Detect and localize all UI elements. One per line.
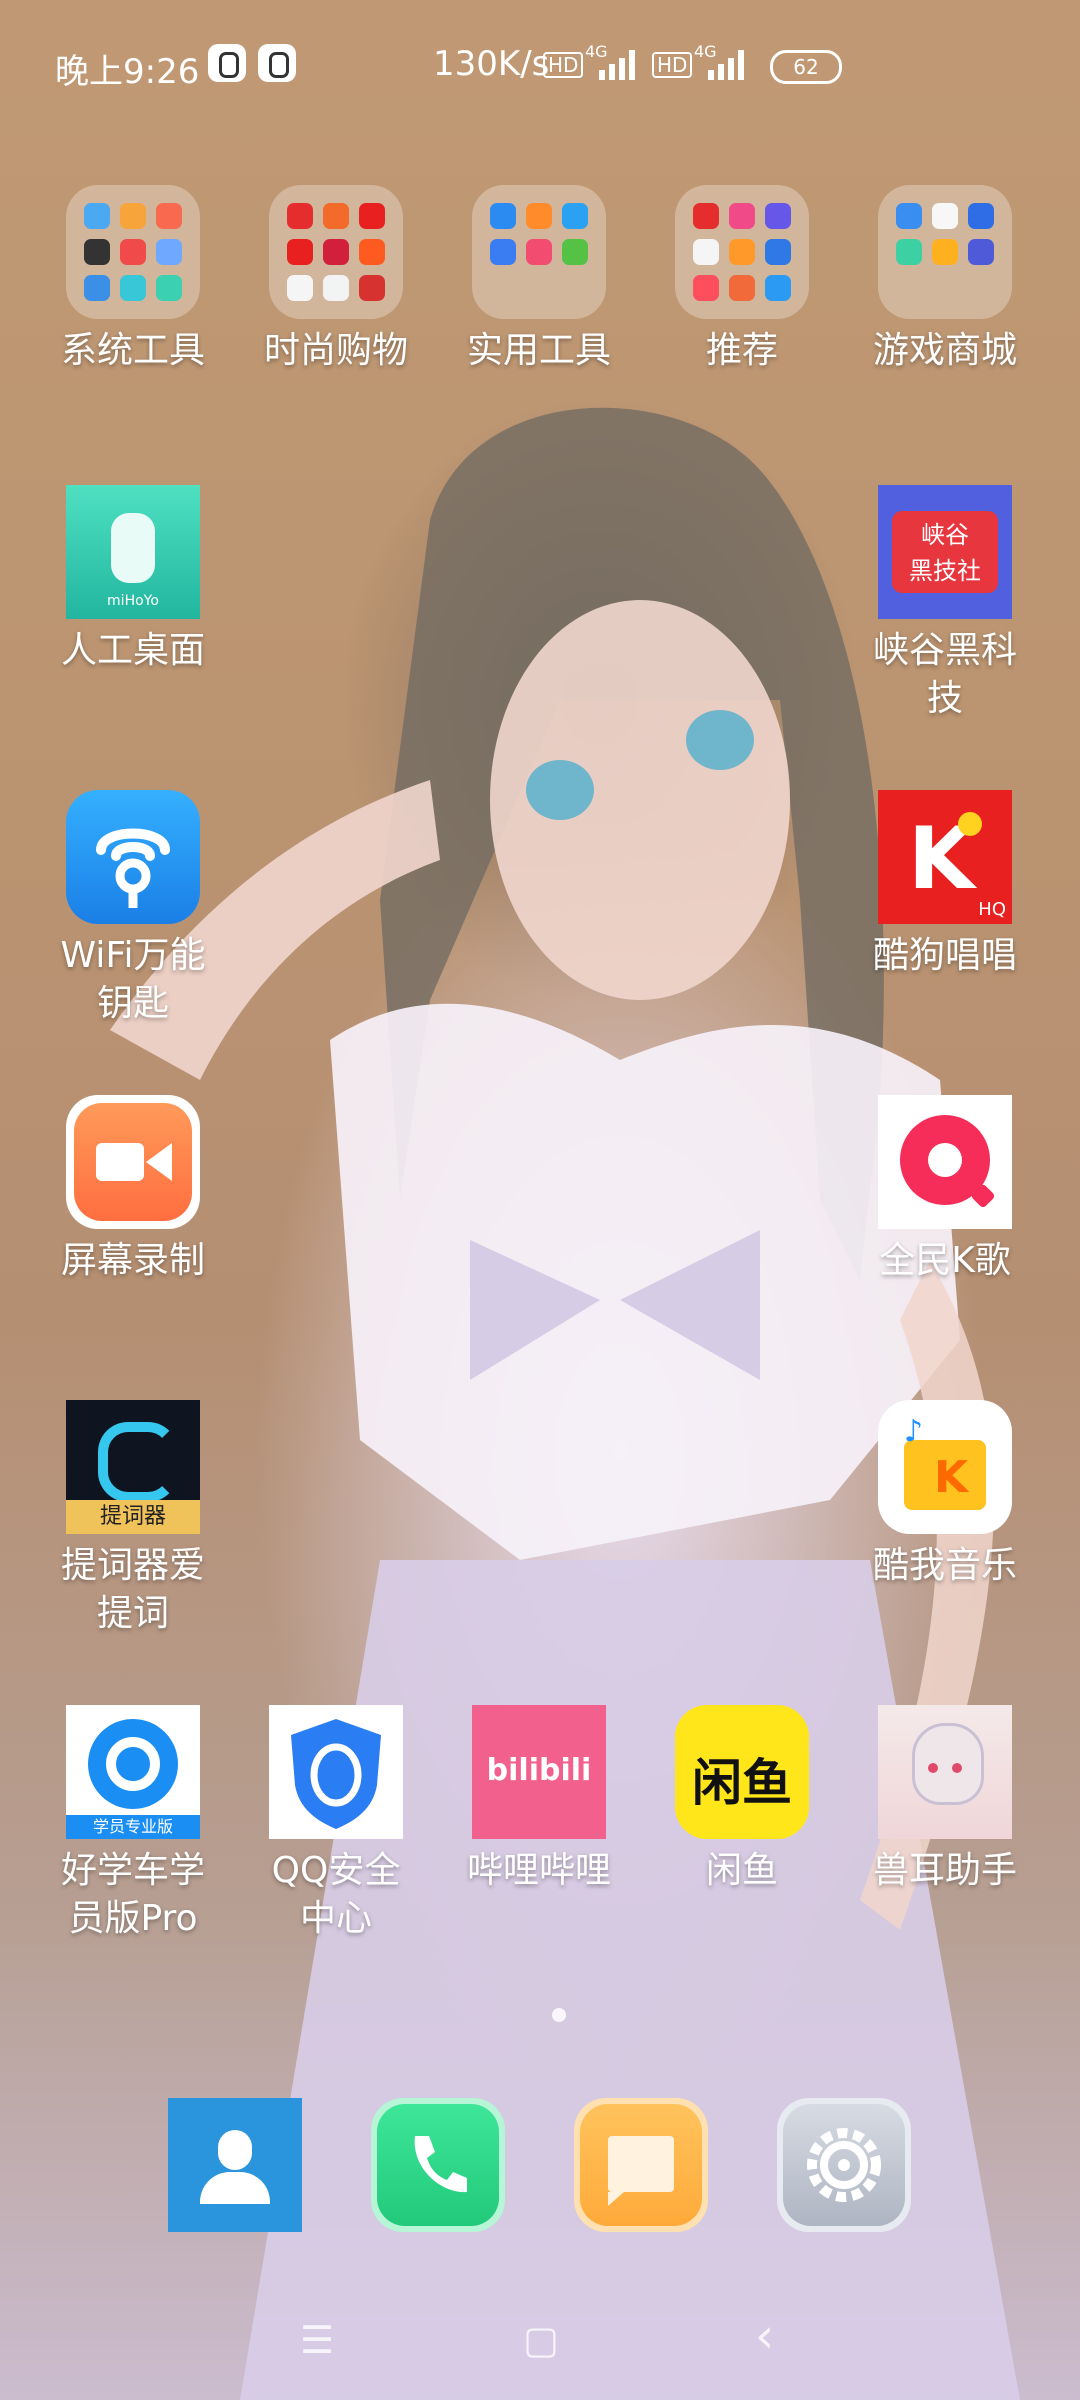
app-label: WiFi万能 钥匙 xyxy=(60,935,206,1024)
network-speed: 130K/s xyxy=(433,44,550,84)
beast-ear-icon xyxy=(878,1705,1012,1839)
app-wifi-key[interactable]: WiFi万能 钥匙 xyxy=(43,790,223,1028)
canyon-tech-icon: 峡谷 黑技社 xyxy=(878,485,1012,619)
qq-security-icon xyxy=(269,1705,403,1839)
app-label: 人工桌面 xyxy=(60,630,205,671)
folder-utilities[interactable]: 实用工具 xyxy=(449,185,629,375)
app-national-karaoke[interactable]: 全民K歌 xyxy=(855,1095,1035,1285)
app-kuwo-music[interactable]: K ♪ 酷我音乐 xyxy=(855,1400,1035,1590)
folder-label: 推荐 xyxy=(705,330,778,371)
haoxueche-icon: 学员专业版 xyxy=(66,1705,200,1839)
notification-icon xyxy=(208,44,246,82)
dock-settings[interactable] xyxy=(754,2098,934,2232)
app-qq-security[interactable]: QQ安全 中心 xyxy=(246,1705,426,1943)
dock-contacts[interactable] xyxy=(145,2098,325,2232)
teleprompter-icon: 提词器 xyxy=(66,1400,200,1534)
folder-game-store[interactable]: 游戏商城 xyxy=(855,185,1035,375)
folder-label: 系统工具 xyxy=(60,330,205,371)
bilibili-icon: bilibili xyxy=(472,1705,606,1839)
hd-badge: HD xyxy=(652,52,693,78)
clock: 晚上9:26 xyxy=(55,52,200,92)
folder-shopping-icon xyxy=(269,185,403,319)
xianyu-icon: 闲鱼 xyxy=(675,1705,809,1839)
app-screen-record[interactable]: 屏幕录制 xyxy=(43,1095,223,1285)
app-label: 屏幕录制 xyxy=(60,1240,205,1281)
mihoyo-icon: miHoYo xyxy=(66,485,200,619)
dock-phone[interactable] xyxy=(348,2098,528,2232)
folder-label: 时尚购物 xyxy=(263,330,408,371)
folder-recommended-icon xyxy=(675,185,809,319)
app-label: 兽耳助手 xyxy=(872,1850,1017,1891)
navigation-bar: ☰ ▢ ‹ xyxy=(0,2300,1080,2370)
screen-record-icon xyxy=(66,1095,200,1229)
national-karaoke-icon xyxy=(878,1095,1012,1229)
phone-icon xyxy=(371,2098,505,2232)
wifi-key-icon xyxy=(66,790,200,924)
home-button[interactable]: ▢ xyxy=(523,2318,559,2362)
back-button[interactable]: ‹ xyxy=(755,2308,774,2364)
app-label: 提词器爱 提词 xyxy=(60,1545,205,1634)
folder-game-store-icon xyxy=(878,185,1012,319)
app-label: 峡谷黑科 技 xyxy=(872,630,1017,719)
app-label: 闲鱼 xyxy=(705,1850,778,1891)
app-xianyu[interactable]: 闲鱼 闲鱼 xyxy=(652,1705,832,1895)
app-renggong-desktop[interactable]: miHoYo 人工桌面 xyxy=(43,485,223,675)
app-haoxueche[interactable]: 学员专业版 好学车学 员版Pro xyxy=(43,1705,223,1943)
status-bar: 晚上9:26 130K/s HD 4G HD 4G 62 xyxy=(0,30,1080,100)
folder-label: 实用工具 xyxy=(466,330,611,371)
page-indicator xyxy=(552,2008,566,2022)
kuwo-music-icon: K ♪ xyxy=(878,1400,1012,1534)
hd-badge: HD xyxy=(543,52,584,78)
app-label: 酷我音乐 xyxy=(872,1545,1017,1586)
contacts-icon xyxy=(168,2098,302,2232)
battery-indicator: 62 xyxy=(770,50,842,84)
messages-icon xyxy=(574,2098,708,2232)
folder-system-tools-icon xyxy=(66,185,200,319)
kugou-sing-icon: K HQ xyxy=(878,790,1012,924)
app-beast-ear[interactable]: 兽耳助手 xyxy=(855,1705,1035,1895)
app-kugou-sing[interactable]: K HQ 酷狗唱唱 xyxy=(855,790,1035,980)
app-label: 酷狗唱唱 xyxy=(872,935,1017,976)
app-label: QQ安全 中心 xyxy=(271,1850,401,1939)
app-label: 好学车学 员版Pro xyxy=(60,1850,205,1939)
dock-messages[interactable] xyxy=(551,2098,731,2232)
settings-icon xyxy=(777,2098,911,2232)
folder-system-tools[interactable]: 系统工具 xyxy=(43,185,223,375)
folder-recommended[interactable]: 推荐 xyxy=(652,185,832,375)
notification-icon xyxy=(258,44,296,82)
folder-utilities-icon xyxy=(472,185,606,319)
app-label: 全民K歌 xyxy=(879,1240,1011,1281)
menu-button[interactable]: ☰ xyxy=(300,2318,334,2362)
app-canyon-tech[interactable]: 峡谷 黑技社 峡谷黑科 技 xyxy=(855,485,1035,723)
folder-shopping[interactable]: 时尚购物 xyxy=(246,185,426,375)
app-label: 哔哩哔哩 xyxy=(466,1850,611,1891)
folder-label: 游戏商城 xyxy=(872,330,1017,371)
app-teleprompter[interactable]: 提词器 提词器爱 提词 xyxy=(43,1400,223,1638)
signal-icon: 4G xyxy=(694,42,754,82)
app-bilibili[interactable]: bilibili 哔哩哔哩 xyxy=(449,1705,629,1895)
signal-icon: 4G xyxy=(585,42,645,82)
